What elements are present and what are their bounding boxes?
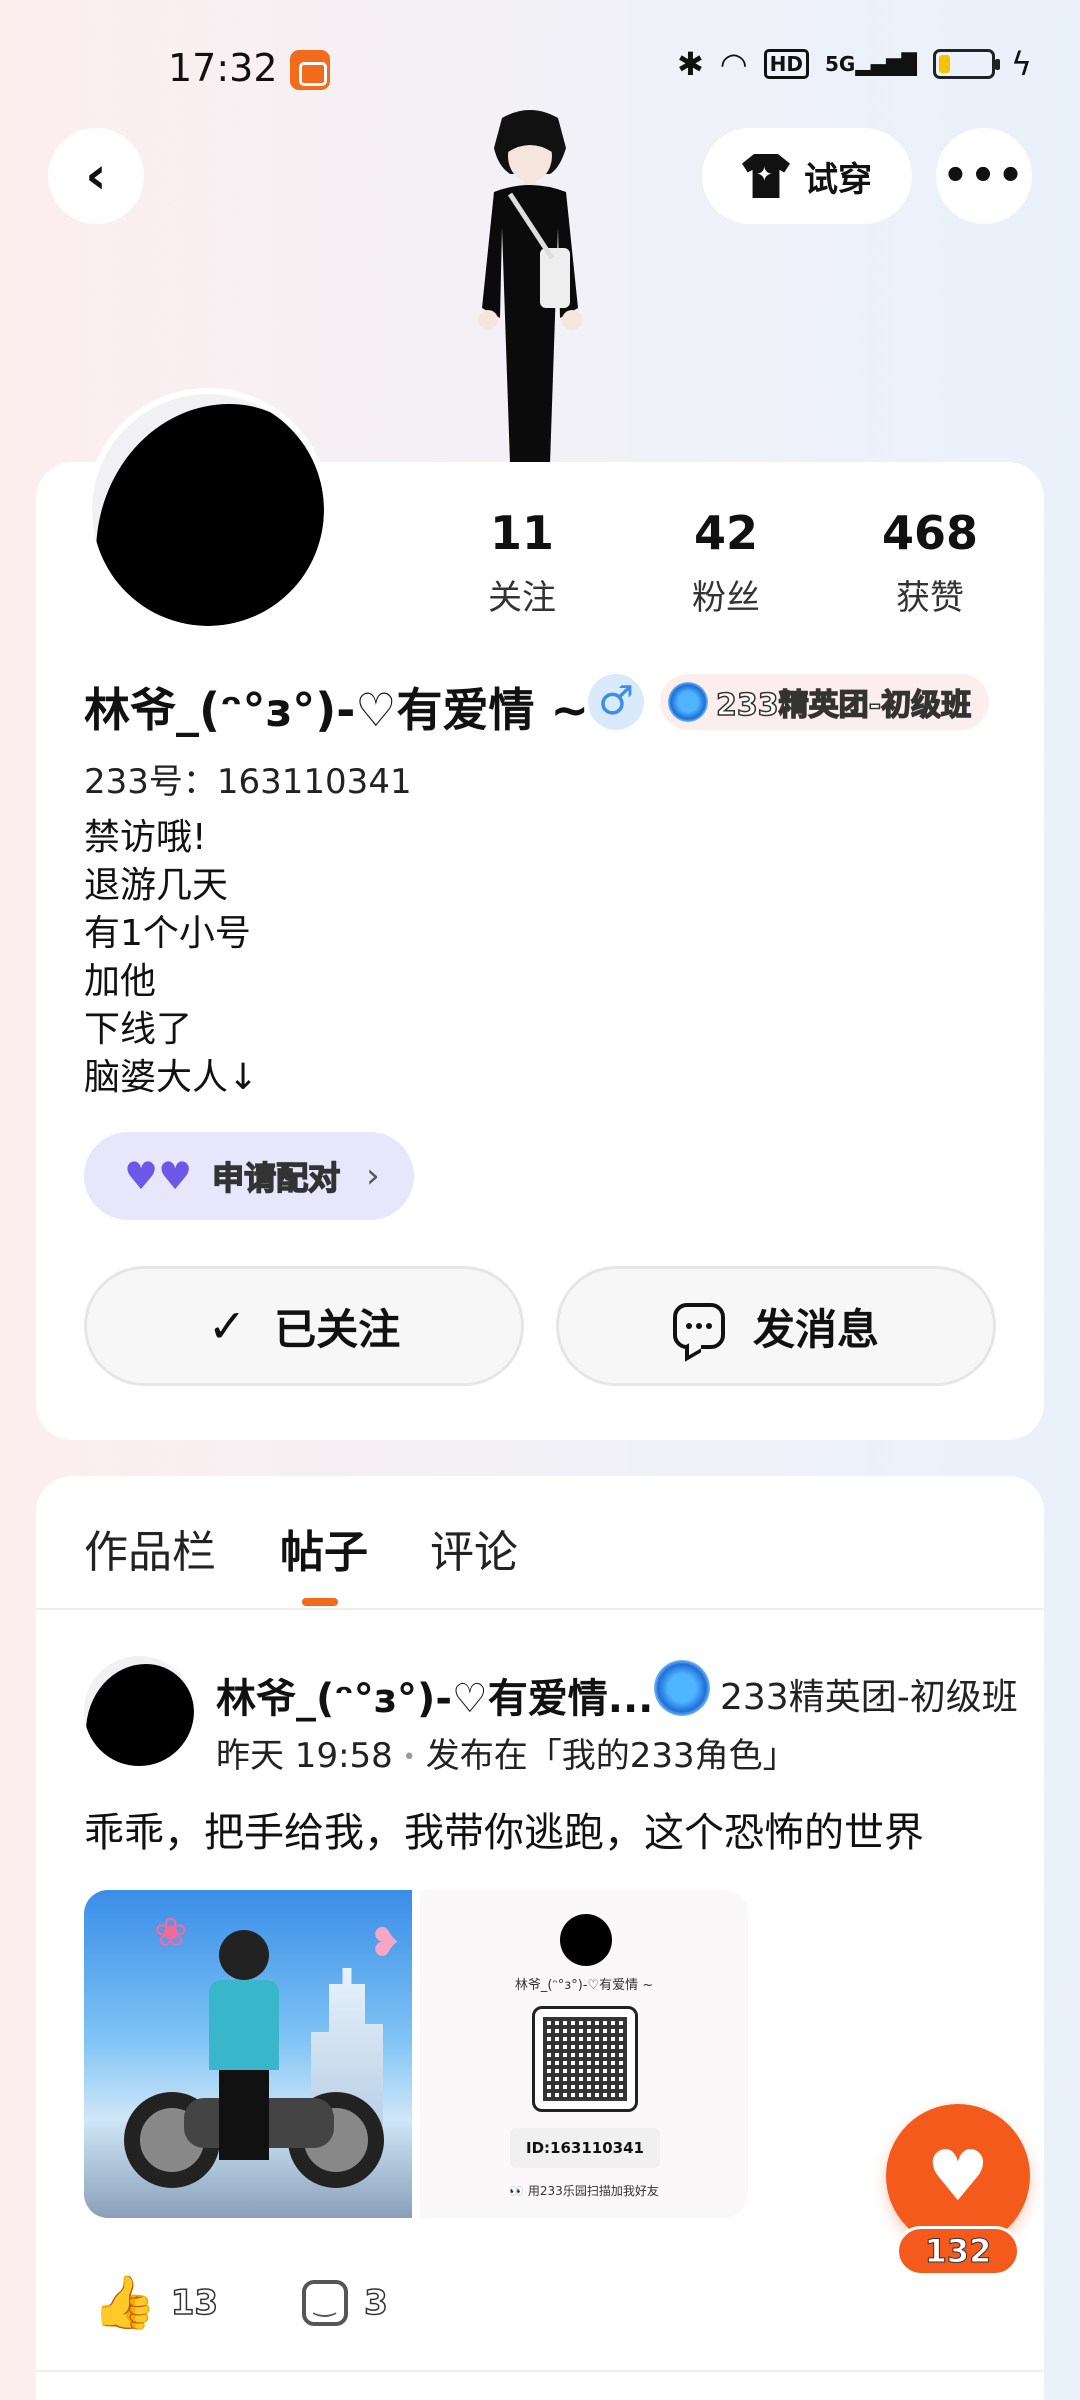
- status-icons: ✱ ◠ HD 5G▂▄▆█ ϟ: [677, 48, 1032, 80]
- divider: [36, 1608, 1044, 1610]
- divider: [36, 2370, 1044, 2372]
- chat-bubble-icon: [672, 1303, 725, 1349]
- qr-card-avatar: [560, 1914, 612, 1966]
- tab-posts[interactable]: 帖子: [280, 1516, 368, 1580]
- bio-line: 有1个小号: [84, 913, 251, 954]
- likes-received-count: 468: [881, 506, 979, 560]
- double-heart-icon: ♥♥: [124, 1154, 193, 1198]
- try-on-label: 试穿: [804, 159, 872, 200]
- 5g-signal-icon: 5G▂▄▆█: [825, 52, 917, 76]
- active-tab-indicator: [302, 1598, 338, 1606]
- tshirt-icon: [742, 154, 790, 198]
- qr-card-id: ID:163110341: [510, 2128, 660, 2168]
- chevron-right-icon: ›: [366, 1156, 380, 1196]
- battery-icon: [932, 49, 1000, 79]
- profile-bio: 禁访哦! 退游几天 有1个小号 加他 下线了 脑婆大人↓: [84, 814, 258, 1102]
- comment-icon[interactable]: [302, 2279, 349, 2326]
- post-location[interactable]: 发布在「我的233角色」: [426, 1736, 797, 1776]
- stat-following[interactable]: 11 关注: [442, 506, 602, 619]
- post-author-avatar[interactable]: [84, 1656, 194, 1766]
- more-dots-icon: •••: [942, 153, 1026, 199]
- tulip-decoration: ❀: [154, 1910, 188, 1956]
- content-feed: 作品栏 帖子 评论 林爷_(ᵔ°з°)-♡有爱情... 233精英团-初级班 昨…: [36, 1476, 1044, 2400]
- followers-label: 粉丝: [692, 578, 760, 618]
- bluetooth-icon: ✱: [676, 45, 704, 83]
- tab-works[interactable]: 作品栏: [84, 1516, 216, 1580]
- post-text[interactable]: 乖乖，把手给我，我带你逃跑，这个恐怖的世界: [84, 1800, 924, 1858]
- qr-code: [532, 2006, 638, 2112]
- bio-line: 退游几天: [84, 865, 229, 906]
- team-badge[interactable]: 233精英团-初级班: [660, 674, 990, 730]
- hd-icon: HD: [763, 49, 810, 79]
- more-options-button[interactable]: •••: [936, 128, 1032, 224]
- request-pairing-label: 申请配对: [211, 1158, 341, 1198]
- user-id: 233号：163110341: [84, 762, 412, 802]
- stat-likes[interactable]: 468 获赞: [850, 506, 1010, 619]
- post-author-team: 233精英团-初级班: [720, 1677, 1018, 1718]
- stat-followers[interactable]: 42 粉丝: [646, 506, 806, 619]
- following-button-label: 已关注: [274, 1304, 401, 1354]
- app-notification-icon: [290, 50, 330, 90]
- following-button[interactable]: ✓ 已关注: [84, 1266, 524, 1386]
- wifi-icon: ◠: [719, 45, 748, 83]
- profile-card: 11 关注 42 粉丝 468 获赞 林爷_(ᵔ°з°)-♡有爱情 ~ ♂ 23…: [36, 388, 1044, 1440]
- following-label: 关注: [488, 578, 556, 618]
- post-image-qr-card[interactable]: 林爷_(ᵔ°з°)-♡有爱情 ~ ID:163110341 👀 用233乐园扫描…: [420, 1890, 748, 2218]
- team-medal-icon: [668, 682, 708, 722]
- bio-line: 禁访哦!: [84, 817, 207, 858]
- bio-line: 脑婆大人↓: [84, 1057, 259, 1098]
- profile-username: 林爷_(ᵔ°з°)-♡有爱情 ~: [84, 683, 590, 737]
- male-gender-icon: ♂: [588, 674, 644, 730]
- bow-decoration: ❥: [368, 1920, 402, 1966]
- qr-card-name: 林爷_(ᵔ°з°)-♡有爱情 ~: [514, 1978, 654, 1993]
- request-pairing-button[interactable]: ♥♥ 申请配对 ›: [84, 1132, 414, 1220]
- back-arrow-icon: ‹: [85, 146, 107, 206]
- send-message-button[interactable]: 发消息: [556, 1266, 996, 1386]
- back-button[interactable]: ‹: [48, 128, 144, 224]
- followers-count: 42: [693, 506, 758, 560]
- send-message-label: 发消息: [752, 1304, 879, 1354]
- charging-icon: ϟ: [1010, 45, 1032, 83]
- likes-received-label: 获赞: [896, 578, 964, 618]
- post-comment-count: 3: [363, 2282, 388, 2324]
- status-time: 17:32: [168, 46, 278, 90]
- status-bar: 17:32 ✱ ◠ HD 5G▂▄▆█ ϟ: [0, 40, 1080, 100]
- post-image-motorcycle[interactable]: ❀ ❥: [84, 1890, 412, 2218]
- qr-card-hint: 👀 用233乐园扫描加我好友: [509, 2184, 659, 2198]
- profile-like-count: 132: [896, 2226, 1020, 2276]
- thumbs-up-icon[interactable]: 👍: [92, 2272, 157, 2333]
- tab-comments[interactable]: 评论: [430, 1516, 518, 1580]
- bio-line: 加他: [84, 961, 157, 1002]
- post-time: 昨天 19:58: [216, 1736, 393, 1776]
- post-author-name[interactable]: 林爷_(ᵔ°з°)-♡有爱情...: [216, 1666, 653, 1724]
- avatar-3d-figure[interactable]: [440, 108, 620, 464]
- following-count: 11: [489, 506, 554, 560]
- separator-dot: •: [402, 1745, 416, 1770]
- team-badge-label: 233精英团-初级班: [715, 687, 972, 724]
- heart-icon: ♥: [926, 2135, 990, 2217]
- bio-line: 下线了: [84, 1009, 193, 1050]
- profile-avatar[interactable]: [86, 388, 330, 632]
- team-medal-icon: [654, 1660, 710, 1716]
- check-icon: ✓: [207, 1299, 247, 1353]
- post-actions: 👍 13 3: [92, 2272, 388, 2333]
- post-meta: 昨天 19:58 • 发布在「我的233角色」: [216, 1728, 797, 1777]
- try-on-button[interactable]: 试穿: [702, 128, 912, 224]
- post-like-count: 13: [170, 2282, 219, 2324]
